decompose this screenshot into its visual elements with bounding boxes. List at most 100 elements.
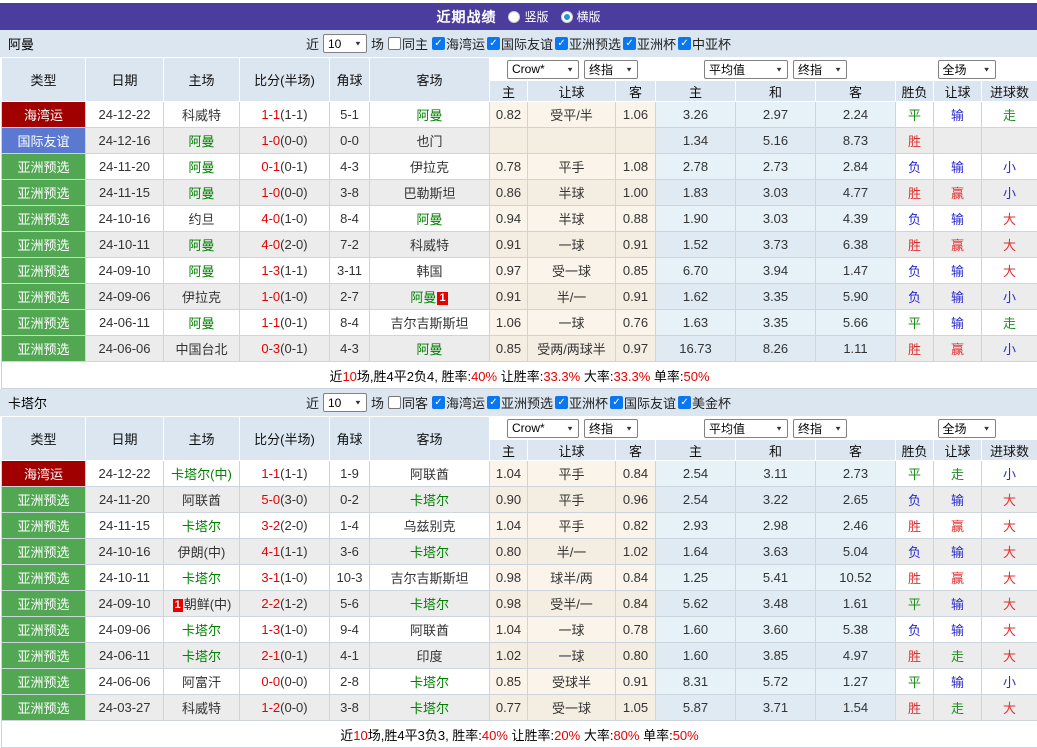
final-odds-select-2[interactable]: 终指 ▼ — [793, 60, 847, 79]
average-select[interactable]: 平均值 ▼ — [704, 60, 788, 79]
fulltime-score: 4-0 — [261, 211, 280, 226]
competition-checkbox[interactable]: ✓美金杯 — [678, 393, 731, 412]
filter-controls: 近 10 ▼ 场 同客 ✓海湾运✓亚洲预选✓亚洲杯✓国际友谊✓美金杯 — [306, 393, 731, 412]
average-select[interactable]: 平均值 ▼ — [704, 419, 788, 438]
match-type-cell: 亚洲预选 — [2, 695, 86, 721]
competition-checkbox[interactable]: ✓亚洲预选 — [487, 393, 553, 412]
fulltime-score: 4-1 — [261, 544, 280, 559]
competition-checkbox[interactable]: ✓亚洲杯 — [623, 34, 676, 53]
match-date: 24-09-06 — [86, 617, 164, 643]
result-handicap: 输 — [934, 669, 982, 695]
corner-score: 2-7 — [330, 284, 370, 310]
competition-checkbox[interactable]: ✓亚洲杯 — [555, 393, 608, 412]
avg-away-odds: 1.11 — [816, 336, 896, 362]
result-wdl: 胜 — [896, 513, 934, 539]
bookmaker-select[interactable]: Crow* ▼ — [507, 60, 579, 79]
fulltime-score: 1-3 — [261, 263, 280, 278]
score-cell: 4-0(1-0) — [240, 206, 330, 232]
match-type-cell: 亚洲预选 — [2, 591, 86, 617]
competition-checkbox[interactable]: ✓海湾运 — [432, 393, 485, 412]
table-row: 亚洲预选 24-09-10 1朝鲜(中) 2-2(1-2) 5-6 卡塔尔 0.… — [2, 591, 1037, 617]
competition-checkbox[interactable]: ✓亚洲预选 — [555, 34, 621, 53]
handicap-line — [528, 128, 616, 154]
match-date: 24-12-22 — [86, 102, 164, 128]
table-row: 亚洲预选 24-10-16 约旦 4-0(1-0) 8-4 阿曼 0.94 半球… — [2, 206, 1037, 232]
games-label: 场 — [371, 34, 384, 53]
competition-checkbox[interactable]: ✓国际友谊 — [487, 34, 553, 53]
match-type-badge: 亚洲预选 — [2, 180, 85, 205]
team-name: 阿曼 — [8, 34, 34, 53]
corner-score: 5-6 — [330, 591, 370, 617]
final-odds-select[interactable]: 终指 ▼ — [584, 60, 638, 79]
competition-checkbox[interactable]: ✓海湾运 — [432, 34, 485, 53]
handicap-select-cell: Crow* ▼ 终指 ▼ — [490, 58, 656, 81]
result-wdl: 负 — [896, 487, 934, 513]
result-wdl: 负 — [896, 617, 934, 643]
bookmaker-select[interactable]: Crow* ▼ — [507, 419, 579, 438]
competition-checkbox[interactable]: ✓中亚杯 — [678, 34, 731, 53]
competition-checkbox[interactable]: ✓国际友谊 — [610, 393, 676, 412]
radio-horizontal[interactable]: 横版 — [561, 8, 601, 25]
team-section: 卡塔尔 近 10 ▼ 场 同客 ✓海湾运✓亚洲预选✓亚洲杯✓国际友谊✓美金杯 — [0, 389, 1037, 748]
handicap-line: 受一球 — [528, 695, 616, 721]
away-team: 韩国 — [370, 258, 490, 284]
final-odds-select-2[interactable]: 终指 ▼ — [793, 419, 847, 438]
recent-count-select[interactable]: 10 ▼ — [323, 393, 367, 412]
away-team: 卡塔尔 — [370, 591, 490, 617]
result-goals: 大 — [982, 487, 1037, 513]
fulltime-select[interactable]: 全场 ▼ — [938, 419, 996, 438]
result-goals: 小 — [982, 284, 1037, 310]
summary-text: 近10场,胜4平3负3, 胜率:40% 让胜率:20% 大率:80% 单率:50… — [340, 728, 698, 743]
near-label: 近 — [306, 34, 319, 53]
corner-score: 3-8 — [330, 695, 370, 721]
recent-count-select[interactable]: 10 ▼ — [323, 34, 367, 53]
same-venue-checkbox[interactable]: 同客 — [388, 393, 428, 412]
col-corner: 角球 — [330, 58, 370, 102]
table-row: 亚洲预选 24-10-16 伊朗(中) 4-1(1-1) 3-6 卡塔尔 0.8… — [2, 539, 1037, 565]
match-type-badge: 亚洲预选 — [2, 487, 85, 512]
handicap-home-odds: 0.85 — [490, 336, 528, 362]
result-goals: 大 — [982, 258, 1037, 284]
result-goals: 大 — [982, 565, 1037, 591]
avg-draw-odds: 8.26 — [736, 336, 816, 362]
score-cell: 2-1(0-1) — [240, 643, 330, 669]
result-handicap: 输 — [934, 154, 982, 180]
halftime-score: (0-0) — [280, 133, 307, 148]
avg-home-odds: 2.78 — [656, 154, 736, 180]
halftime-score: (1-0) — [280, 622, 307, 637]
handicap-home-odds: 0.82 — [490, 102, 528, 128]
home-team: 科威特 — [164, 102, 240, 128]
match-date: 24-12-22 — [86, 461, 164, 487]
final-odds-select[interactable]: 终指 ▼ — [584, 419, 638, 438]
result-goals: 大 — [982, 617, 1037, 643]
avg-draw-odds: 3.85 — [736, 643, 816, 669]
checkbox-checked-icon: ✓ — [678, 396, 691, 409]
result-wdl: 负 — [896, 539, 934, 565]
halftime-score: (0-0) — [280, 674, 307, 689]
result-wdl: 胜 — [896, 643, 934, 669]
average-select-cell: 平均值 ▼ 终指 ▼ — [656, 417, 896, 440]
result-wdl: 胜 — [896, 128, 934, 154]
avg-away-odds: 2.84 — [816, 154, 896, 180]
same-venue-checkbox[interactable]: 同主 — [388, 34, 428, 53]
col-score: 比分(半场) — [240, 417, 330, 461]
result-wdl: 胜 — [896, 695, 934, 721]
radio-vertical[interactable]: 竖版 — [508, 8, 548, 25]
fulltime-score: 0-3 — [261, 341, 280, 356]
table-row: 亚洲预选 24-06-11 阿曼 1-1(0-1) 8-4 吉尔吉斯斯坦 1.0… — [2, 310, 1037, 336]
halftime-score: (0-1) — [280, 159, 307, 174]
match-type-badge: 亚洲预选 — [2, 565, 85, 590]
home-team: 中国台北 — [164, 336, 240, 362]
match-type-badge: 亚洲预选 — [2, 154, 85, 179]
handicap-home-odds — [490, 128, 528, 154]
avg-draw-odds: 3.35 — [736, 284, 816, 310]
competition-label: 亚洲预选 — [569, 34, 621, 53]
match-type-badge: 亚洲预选 — [2, 617, 85, 642]
halftime-score: (3-0) — [280, 492, 307, 507]
fulltime-select[interactable]: 全场 ▼ — [938, 60, 996, 79]
match-type-cell: 亚洲预选 — [2, 539, 86, 565]
score-cell: 2-2(1-2) — [240, 591, 330, 617]
corner-score: 3-11 — [330, 258, 370, 284]
handicap-line: 平手 — [528, 487, 616, 513]
chevron-down-icon: ▼ — [983, 65, 991, 72]
